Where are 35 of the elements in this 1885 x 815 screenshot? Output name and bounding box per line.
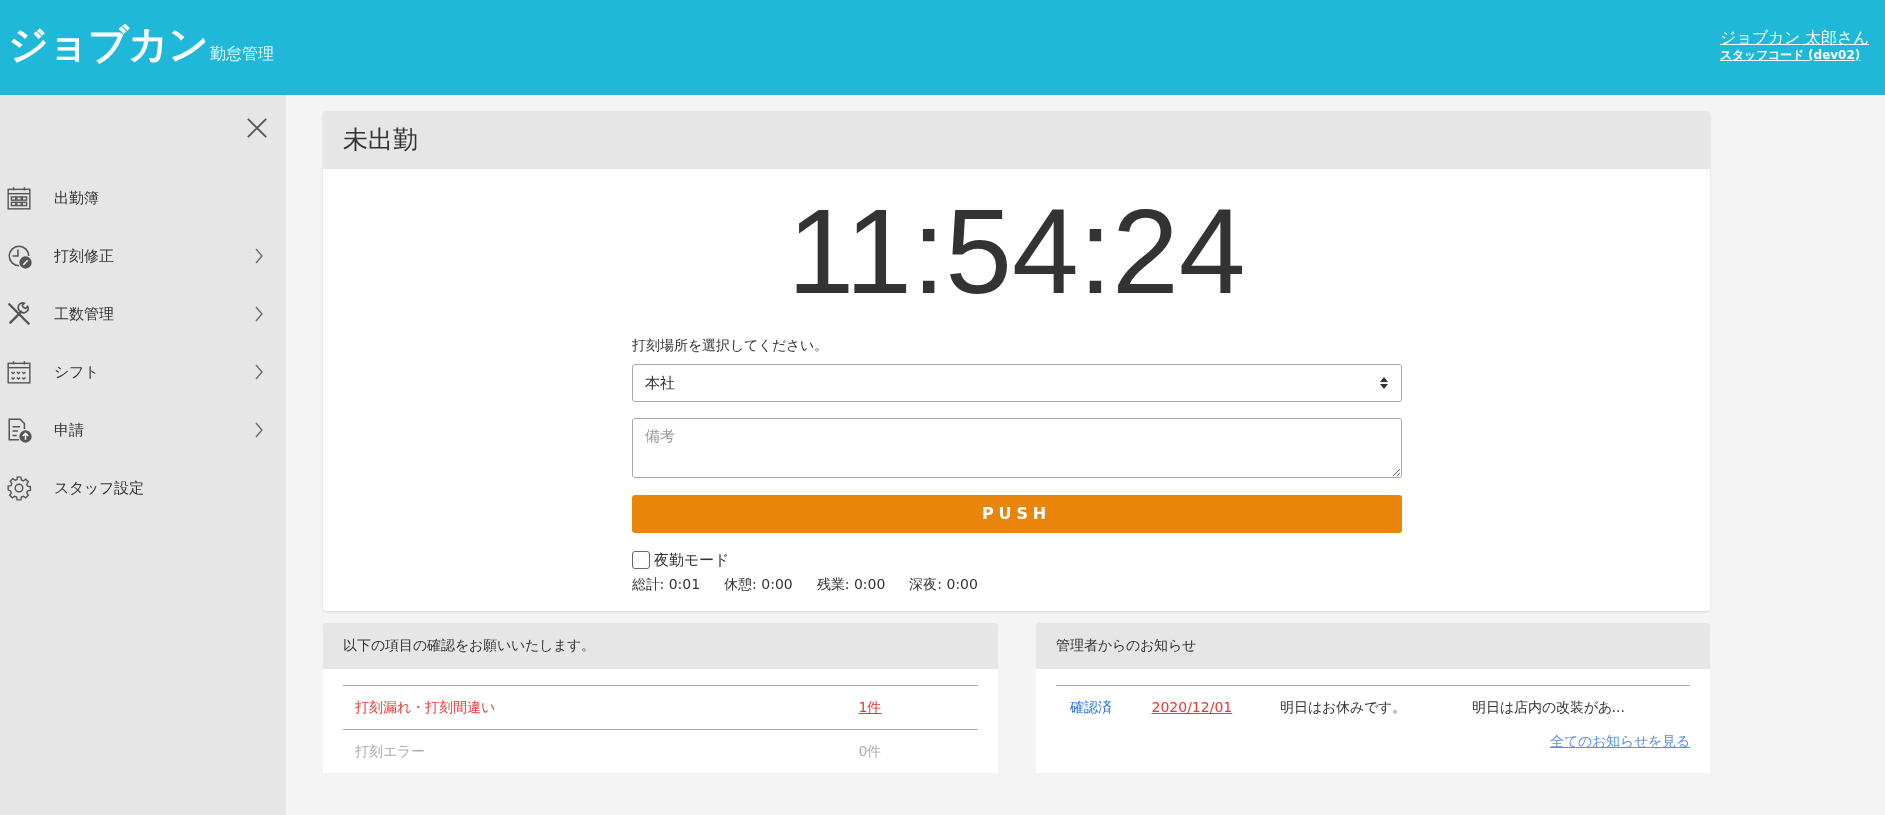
location-select[interactable]: 本社 — [631, 364, 1402, 402]
close-icon[interactable] — [246, 117, 268, 139]
night-mode-checkbox[interactable]: 夜勤モード — [631, 549, 1402, 572]
clock-edit-icon — [6, 243, 32, 269]
sidebar-menu-item[interactable]: 工数管理 — [0, 285, 286, 343]
calendar-icon — [6, 185, 32, 211]
tools-icon — [6, 301, 32, 327]
sidebar-menu-item[interactable]: シフト — [0, 343, 286, 401]
panel-title: 管理者からのお知らせ — [1055, 636, 1196, 655]
panel-title: 以下の項目の確認をお願いいたします。 — [343, 636, 595, 655]
time-total: 深夜: 0:00 — [909, 574, 978, 594]
note-field[interactable]: 備考 — [631, 418, 1402, 478]
clock-display: 11:54:24 — [787, 191, 1246, 311]
sidebar-menu-item[interactable]: 出勤簿 — [0, 169, 286, 227]
settings-icon — [6, 475, 32, 501]
checkbox[interactable] — [631, 551, 650, 570]
notice-preview: 明日は店内の改装があ... — [1471, 697, 1625, 717]
sidebar-menu-item[interactable]: 打刻修正 — [0, 227, 286, 285]
time-total: 残業: 0:00 — [816, 574, 886, 594]
document-upload-icon — [6, 417, 32, 443]
check-item-count-link[interactable]: 1件 — [858, 696, 882, 718]
location-label: 打刻場所を選択してください。 — [631, 336, 829, 355]
notice-date-link[interactable]: 2020/12/01 — [1151, 696, 1280, 718]
sidebar-menu-item[interactable]: 申請 — [0, 401, 286, 459]
calendar-check-icon — [6, 359, 32, 385]
app-subtitle: 勤怠管理 — [210, 46, 274, 62]
notice-status: 確認済 — [1069, 697, 1113, 717]
time-total: 総計: 0:01 — [631, 574, 701, 594]
sidebar-menu-item[interactable]: スタッフ設定 — [0, 459, 286, 517]
time-total: 休憩: 0:00 — [724, 574, 793, 594]
check-item-label: 打刻漏れ・打刻間違い — [355, 697, 495, 717]
status-title: 未出勤 — [343, 124, 418, 157]
notice-subject: 明日はお休みです。 — [1279, 697, 1407, 717]
select-arrows-icon — [1378, 376, 1389, 390]
check-item-label: 打刻エラー — [355, 741, 425, 761]
